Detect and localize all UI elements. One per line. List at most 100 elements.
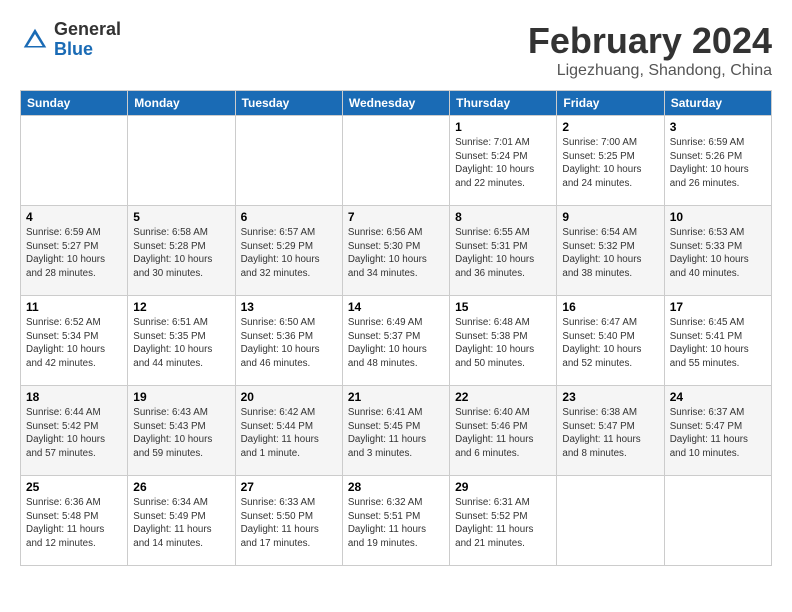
day-info: Sunrise: 6:38 AM Sunset: 5:47 PM Dayligh… (562, 406, 658, 461)
day-number: 1 (455, 120, 551, 134)
day-info: Sunrise: 6:34 AM Sunset: 5:49 PM Dayligh… (133, 496, 229, 551)
calendar-cell (235, 116, 342, 206)
logo-text: General Blue (54, 20, 121, 60)
calendar-cell: 8 Sunrise: 6:55 AM Sunset: 5:31 PM Daylig… (450, 206, 557, 296)
day-number: 22 (455, 390, 551, 404)
day-info: Sunrise: 6:42 AM Sunset: 5:44 PM Dayligh… (241, 406, 337, 461)
calendar-week-row: 18 Sunrise: 6:44 AM Sunset: 5:42 PM Dayli… (21, 386, 772, 476)
day-info: Sunrise: 6:53 AM Sunset: 5:33 PM Dayligh… (670, 226, 766, 281)
day-number: 19 (133, 390, 229, 404)
calendar-cell (21, 116, 128, 206)
day-info: Sunrise: 6:40 AM Sunset: 5:46 PM Dayligh… (455, 406, 551, 461)
weekday-header: Saturday (664, 91, 771, 116)
month-title: February 2024 (528, 20, 772, 62)
calendar-cell: 22 Sunrise: 6:40 AM Sunset: 5:46 PM Dayli… (450, 386, 557, 476)
day-info: Sunrise: 6:36 AM Sunset: 5:48 PM Dayligh… (26, 496, 122, 551)
title-section: February 2024 Ligezhuang, Shandong, Chin… (528, 20, 772, 80)
day-number: 5 (133, 210, 229, 224)
day-number: 26 (133, 480, 229, 494)
calendar-cell (128, 116, 235, 206)
day-number: 3 (670, 120, 766, 134)
day-number: 16 (562, 300, 658, 314)
day-info: Sunrise: 6:31 AM Sunset: 5:52 PM Dayligh… (455, 496, 551, 551)
calendar-cell: 16 Sunrise: 6:47 AM Sunset: 5:40 PM Dayli… (557, 296, 664, 386)
calendar-cell: 18 Sunrise: 6:44 AM Sunset: 5:42 PM Dayli… (21, 386, 128, 476)
calendar-cell: 7 Sunrise: 6:56 AM Sunset: 5:30 PM Daylig… (342, 206, 449, 296)
calendar-cell: 15 Sunrise: 6:48 AM Sunset: 5:38 PM Dayli… (450, 296, 557, 386)
day-info: Sunrise: 6:56 AM Sunset: 5:30 PM Dayligh… (348, 226, 444, 281)
calendar: SundayMondayTuesdayWednesdayThursdayFrid… (20, 90, 772, 566)
day-info: Sunrise: 7:00 AM Sunset: 5:25 PM Dayligh… (562, 136, 658, 191)
calendar-cell: 23 Sunrise: 6:38 AM Sunset: 5:47 PM Dayli… (557, 386, 664, 476)
day-number: 2 (562, 120, 658, 134)
day-info: Sunrise: 6:45 AM Sunset: 5:41 PM Dayligh… (670, 316, 766, 371)
location-title: Ligezhuang, Shandong, China (528, 62, 772, 80)
calendar-cell: 17 Sunrise: 6:45 AM Sunset: 5:41 PM Dayli… (664, 296, 771, 386)
calendar-cell: 3 Sunrise: 6:59 AM Sunset: 5:26 PM Daylig… (664, 116, 771, 206)
logo-blue: Blue (54, 40, 121, 60)
calendar-cell (557, 476, 664, 566)
day-info: Sunrise: 6:58 AM Sunset: 5:28 PM Dayligh… (133, 226, 229, 281)
calendar-cell (342, 116, 449, 206)
day-number: 14 (348, 300, 444, 314)
day-number: 4 (26, 210, 122, 224)
calendar-week-row: 25 Sunrise: 6:36 AM Sunset: 5:48 PM Dayli… (21, 476, 772, 566)
page-header: General Blue February 2024 Ligezhuang, S… (20, 20, 772, 80)
calendar-cell: 14 Sunrise: 6:49 AM Sunset: 5:37 PM Dayli… (342, 296, 449, 386)
day-number: 25 (26, 480, 122, 494)
calendar-cell: 13 Sunrise: 6:50 AM Sunset: 5:36 PM Dayli… (235, 296, 342, 386)
calendar-cell: 20Sunrise: 6:42 AM Sunset: 5:44 PM Dayli… (235, 386, 342, 476)
day-number: 8 (455, 210, 551, 224)
calendar-cell: 6 Sunrise: 6:57 AM Sunset: 5:29 PM Daylig… (235, 206, 342, 296)
calendar-cell: 9Sunrise: 6:54 AM Sunset: 5:32 PM Daylig… (557, 206, 664, 296)
day-info: Sunrise: 6:57 AM Sunset: 5:29 PM Dayligh… (241, 226, 337, 281)
calendar-cell: 4 Sunrise: 6:59 AM Sunset: 5:27 PM Daylig… (21, 206, 128, 296)
calendar-cell: 2 Sunrise: 7:00 AM Sunset: 5:25 PM Daylig… (557, 116, 664, 206)
day-number: 29 (455, 480, 551, 494)
calendar-cell: 27 Sunrise: 6:33 AM Sunset: 5:50 PM Dayli… (235, 476, 342, 566)
day-info: Sunrise: 6:33 AM Sunset: 5:50 PM Dayligh… (241, 496, 337, 551)
day-info: Sunrise: 6:48 AM Sunset: 5:38 PM Dayligh… (455, 316, 551, 371)
calendar-cell (664, 476, 771, 566)
day-info: Sunrise: 6:43 AM Sunset: 5:43 PM Dayligh… (133, 406, 229, 461)
weekday-header: Wednesday (342, 91, 449, 116)
day-number: 6 (241, 210, 337, 224)
logo-general: General (54, 20, 121, 40)
day-info: Sunrise: 6:55 AM Sunset: 5:31 PM Dayligh… (455, 226, 551, 281)
day-number: 21 (348, 390, 444, 404)
day-info: Sunrise: 6:51 AM Sunset: 5:35 PM Dayligh… (133, 316, 229, 371)
calendar-cell: 26 Sunrise: 6:34 AM Sunset: 5:49 PM Dayli… (128, 476, 235, 566)
calendar-cell: 5 Sunrise: 6:58 AM Sunset: 5:28 PM Daylig… (128, 206, 235, 296)
day-number: 23 (562, 390, 658, 404)
day-info: Sunrise: 6:52 AM Sunset: 5:34 PM Dayligh… (26, 316, 122, 371)
day-number: 7 (348, 210, 444, 224)
weekday-header: Tuesday (235, 91, 342, 116)
day-number: 28 (348, 480, 444, 494)
logo: General Blue (20, 20, 121, 60)
day-number: 17 (670, 300, 766, 314)
day-info: Sunrise: 6:59 AM Sunset: 5:27 PM Dayligh… (26, 226, 122, 281)
day-info: Sunrise: 6:32 AM Sunset: 5:51 PM Dayligh… (348, 496, 444, 551)
day-number: 13 (241, 300, 337, 314)
day-info: Sunrise: 6:49 AM Sunset: 5:37 PM Dayligh… (348, 316, 444, 371)
day-info: Sunrise: 6:59 AM Sunset: 5:26 PM Dayligh… (670, 136, 766, 191)
calendar-cell: 25 Sunrise: 6:36 AM Sunset: 5:48 PM Dayli… (21, 476, 128, 566)
calendar-cell: 24Sunrise: 6:37 AM Sunset: 5:47 PM Dayli… (664, 386, 771, 476)
weekday-header: Friday (557, 91, 664, 116)
day-info: Sunrise: 6:47 AM Sunset: 5:40 PM Dayligh… (562, 316, 658, 371)
weekday-header: Monday (128, 91, 235, 116)
logo-icon (20, 25, 50, 55)
calendar-cell: 1Sunrise: 7:01 AM Sunset: 5:24 PM Daylig… (450, 116, 557, 206)
day-info: Sunrise: 6:44 AM Sunset: 5:42 PM Dayligh… (26, 406, 122, 461)
day-number: 15 (455, 300, 551, 314)
calendar-cell: 21 Sunrise: 6:41 AM Sunset: 5:45 PM Dayli… (342, 386, 449, 476)
day-info: Sunrise: 6:37 AM Sunset: 5:47 PM Dayligh… (670, 406, 766, 461)
day-info: Sunrise: 6:41 AM Sunset: 5:45 PM Dayligh… (348, 406, 444, 461)
day-info: Sunrise: 6:50 AM Sunset: 5:36 PM Dayligh… (241, 316, 337, 371)
day-number: 18 (26, 390, 122, 404)
calendar-week-row: 1Sunrise: 7:01 AM Sunset: 5:24 PM Daylig… (21, 116, 772, 206)
calendar-header-row: SundayMondayTuesdayWednesdayThursdayFrid… (21, 91, 772, 116)
calendar-cell: 28 Sunrise: 6:32 AM Sunset: 5:51 PM Dayli… (342, 476, 449, 566)
calendar-cell: 12Sunrise: 6:51 AM Sunset: 5:35 PM Dayli… (128, 296, 235, 386)
day-number: 27 (241, 480, 337, 494)
